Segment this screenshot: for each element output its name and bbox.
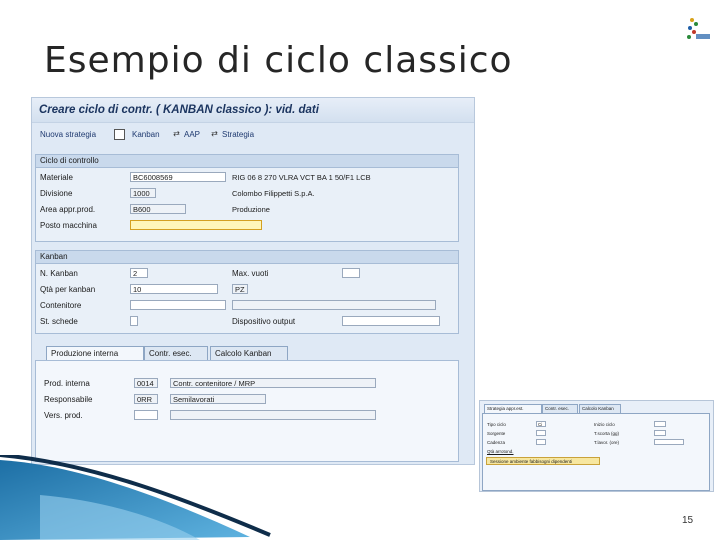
- n-kanban-field[interactable]: 2: [130, 268, 148, 278]
- area-description: Produzione: [232, 205, 270, 214]
- toolbar-aap[interactable]: AAP: [184, 130, 200, 139]
- mini-cadenza-label: Cadenza: [487, 440, 506, 445]
- prod-interna-label: Prod. interna: [44, 379, 90, 388]
- vers-prod-label: Vers. prod.: [44, 411, 83, 420]
- sap-toolbar: Nuova strategia Kanban ⇄ AAP ⇄ Strategia: [32, 125, 474, 145]
- mini-tscorta-label: T.scorta (gg): [594, 431, 620, 436]
- company-logo: [687, 18, 710, 39]
- qta-per-kanban-label: Qtà per kanban: [40, 285, 96, 294]
- sap-screenshot: Creare ciclo di contr. ( KANBAN classico…: [31, 97, 475, 465]
- prod-interna-description: Contr. contenitore / MRP: [170, 378, 376, 388]
- n-kanban-label: N. Kanban: [40, 269, 78, 278]
- vers-prod-description-field: [170, 410, 376, 420]
- contenitore-label: Contenitore: [40, 301, 82, 310]
- group-title: Ciclo di controllo: [40, 156, 99, 165]
- mini-sorgente-label: Sorgente: [487, 431, 506, 436]
- group-header: Ciclo di controllo: [36, 155, 458, 168]
- unit-field[interactable]: PZ: [232, 284, 248, 294]
- group-kanban: Kanban N. Kanban 2 Max. vuoti Qtà per ka…: [35, 250, 459, 334]
- mini-inizio-ciclo-label: Inizio ciclo: [594, 422, 615, 427]
- sap-inset-screenshot: Strategia appr.est. Contr. esec. Calcolo…: [479, 400, 714, 492]
- mini-tab-strategia[interactable]: Strategia appr.est.: [484, 404, 542, 413]
- mini-sorgente-field[interactable]: [536, 430, 546, 436]
- responsabile-description: Semilavorati: [170, 394, 266, 404]
- arrow-icon: ⇄: [211, 129, 218, 138]
- st-schede-label: St. schede: [40, 317, 78, 326]
- toolbar-strategia[interactable]: Strategia: [222, 130, 254, 139]
- slide-title: Esempio di ciclo classico: [44, 40, 513, 81]
- toolbar-nuova-strategia[interactable]: Nuova strategia: [40, 130, 96, 139]
- mini-sessione-button[interactable]: Sessione ambiente fabbisogni dipendenti: [486, 457, 600, 465]
- max-vuoti-label: Max. vuoti: [232, 269, 269, 278]
- mini-cadenza-field[interactable]: [536, 439, 546, 445]
- mini-tlavor-label: T.lavor. (ore): [594, 440, 620, 445]
- responsabile-field[interactable]: 0RR: [134, 394, 158, 404]
- divisione-description: Colombo Filippetti S.p.A.: [232, 189, 315, 198]
- materiale-label: Materiale: [40, 173, 73, 182]
- divisione-label: Divisione: [40, 189, 73, 198]
- contenitore-description-field: [232, 300, 436, 310]
- group-header: Kanban: [36, 251, 458, 264]
- max-vuoti-field[interactable]: [342, 268, 360, 278]
- mini-inizio-ciclo-field[interactable]: [654, 421, 666, 427]
- group-ciclo-di-controllo: Ciclo di controllo Materiale BC6008569 R…: [35, 154, 459, 242]
- mini-tab-contr-esec[interactable]: Contr. esec.: [542, 404, 578, 413]
- mini-tipo-ciclo-field[interactable]: Ci: [536, 421, 546, 427]
- area-label: Area appr.prod.: [40, 205, 96, 214]
- mini-tab-calcolo-kanban[interactable]: Calcolo Kanban: [579, 404, 621, 413]
- materiale-field[interactable]: BC6008569: [130, 172, 226, 182]
- divisione-field[interactable]: 1000: [130, 188, 156, 198]
- qta-per-kanban-field[interactable]: 10: [130, 284, 218, 294]
- page-number: 15: [682, 515, 694, 526]
- tab-contr-esec[interactable]: Contr. esec.: [144, 346, 208, 360]
- posto-macchina-label: Posto macchina: [40, 221, 97, 230]
- toolbar-kanban[interactable]: Kanban: [132, 130, 160, 139]
- arrow-icon: ⇄: [173, 129, 180, 138]
- mini-qta-arrotond-label: Qtà arrotond.: [487, 449, 514, 454]
- st-schede-field[interactable]: [130, 316, 138, 326]
- tab-calcolo-kanban[interactable]: Calcolo Kanban: [210, 346, 288, 360]
- decorative-swoosh: [0, 455, 271, 540]
- sap-title-bar: Creare ciclo di contr. ( KANBAN classico…: [32, 98, 474, 123]
- dispositivo-output-field[interactable]: [342, 316, 440, 326]
- contenitore-field[interactable]: [130, 300, 226, 310]
- sap-window-title: Creare ciclo di contr. ( KANBAN classico…: [39, 104, 319, 116]
- posto-macchina-field[interactable]: [130, 220, 262, 230]
- area-field[interactable]: B600: [130, 204, 186, 214]
- dispositivo-output-label: Dispositivo output: [232, 317, 296, 326]
- prod-interna-field[interactable]: 0014: [134, 378, 158, 388]
- responsabile-label: Responsabile: [44, 395, 93, 404]
- materiale-description: RIG 06 8 270 VLRA VCT BA 1 50/F1 LCB: [232, 173, 371, 182]
- tab-produzione-interna[interactable]: Produzione interna: [46, 346, 144, 360]
- tab-panel-produzione-interna: Prod. interna 0014 Contr. contenitore / …: [35, 360, 459, 462]
- group-title: Kanban: [40, 252, 68, 261]
- mini-tlavor-field[interactable]: [654, 439, 684, 445]
- vers-prod-field[interactable]: [134, 410, 158, 420]
- mini-tipo-ciclo-label: Tipo ciclo: [487, 422, 506, 427]
- mini-tscorta-field[interactable]: [654, 430, 666, 436]
- document-icon[interactable]: [114, 129, 125, 140]
